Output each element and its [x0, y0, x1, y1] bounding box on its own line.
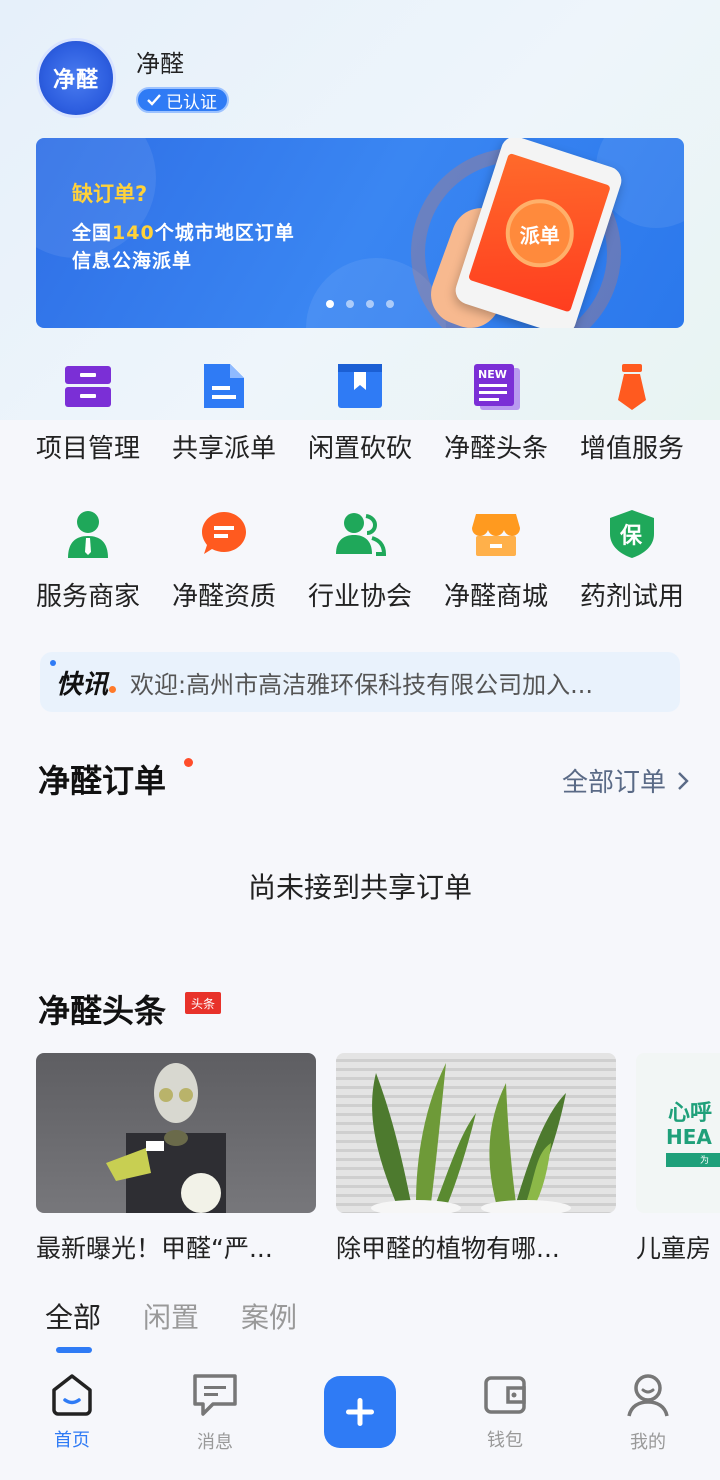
news-caption: 除甲醛的植物有哪... [336, 1234, 560, 1263]
grid-label: 项目管理 [35, 434, 140, 464]
news-card[interactable]: 最新曝光！甲醛“严... [36, 1053, 316, 1265]
grid-item-shared-dispatch[interactable]: 共享派单 [156, 360, 292, 465]
all-orders-label: 全部订单 [561, 768, 666, 798]
news-caption: 最新曝光！甲醛“严... [36, 1234, 273, 1263]
news-image-strip-text: 为 [700, 1156, 710, 1166]
nav-profile[interactable]: 我的 [598, 1372, 698, 1454]
ticker-tag-text: 快讯 [56, 669, 109, 700]
shield-badge-text: 保 [619, 524, 643, 549]
phone-badge: 派单 [505, 198, 574, 267]
headlines-title: 净醛头条 [38, 992, 167, 1030]
grid-label: 服务商家 [35, 582, 140, 612]
nav-label: 我的 [630, 1432, 666, 1453]
chevron-right-icon [678, 771, 689, 790]
news-image-text: 心呼 [668, 1101, 713, 1126]
banner-pagination [326, 300, 394, 308]
grid-label: 净醛资质 [171, 582, 276, 612]
nav-label: 首页 [54, 1430, 90, 1451]
orders-title: 净醛订单 [38, 762, 167, 800]
company-name[interactable]: 净醛 [136, 44, 184, 79]
nav-messages[interactable]: 消息 [165, 1372, 265, 1454]
verified-label: 已认证 [166, 92, 217, 113]
grid-label: 药剂试用 [579, 582, 684, 612]
message-icon [193, 1374, 237, 1416]
chat-icon [198, 508, 250, 560]
pagination-dot[interactable] [366, 300, 374, 308]
add-button[interactable] [324, 1376, 396, 1448]
orders-empty-state: 尚未接到共享订单 [247, 871, 472, 904]
tab-all[interactable]: 全部 [45, 1296, 101, 1336]
pagination-dot[interactable] [326, 300, 334, 308]
nav-label: 钱包 [487, 1430, 523, 1451]
grid-item-idle-bargain[interactable]: 闲置砍砍 [292, 360, 428, 465]
logo-text: 净醛 [52, 68, 99, 93]
news-image [336, 1053, 616, 1213]
home-icon [52, 1374, 92, 1416]
headline-tag: 头条 [185, 992, 221, 1014]
grid-item-headlines[interactable]: NEW 净醛头条 [428, 360, 564, 465]
news-ticker[interactable]: 快讯 欢迎:高州市高洁雅环保科技有限公司加入... [40, 652, 680, 712]
orders-red-dot [184, 758, 193, 767]
banner-line-2: 信息公海派单 [72, 250, 193, 272]
news-card[interactable]: 除甲醛的植物有哪... [336, 1053, 616, 1265]
new-badge-text: NEW [478, 368, 507, 381]
check-icon [147, 94, 161, 106]
tie-icon [606, 360, 658, 412]
wallet-icon [484, 1376, 526, 1414]
news-icon: NEW [470, 360, 522, 412]
tab-underline [56, 1347, 92, 1353]
bottom-nav: 首页 消息 钱包 我的 [0, 1360, 720, 1480]
company-logo[interactable]: 净醛 [36, 38, 116, 118]
store-icon [470, 508, 522, 560]
box-icon [334, 360, 386, 412]
group-icon [334, 508, 387, 560]
nav-label: 消息 [197, 1432, 233, 1453]
news-image: 心呼 HEA 为 [636, 1053, 720, 1213]
cabinet-icon [62, 360, 114, 412]
verified-badge: 已认证 [136, 87, 229, 113]
grid-label: 净醛商城 [443, 582, 548, 612]
grid-item-project-management[interactable]: 项目管理 [20, 360, 156, 465]
tab-idle[interactable]: 闲置 [143, 1296, 199, 1336]
all-orders-link[interactable]: 全部订单 [562, 762, 690, 799]
grid-item-service-merchant[interactable]: 服务商家 [20, 508, 156, 613]
grid-item-qualification[interactable]: 净醛资质 [156, 508, 292, 613]
person-icon [62, 508, 114, 560]
nav-home[interactable]: 首页 [22, 1372, 122, 1452]
content-tabs: 全部 闲置 案例 [45, 1296, 297, 1336]
banner-line-1: 全国140个城市地区订单 [72, 218, 295, 245]
shield-icon: 保 [606, 508, 658, 560]
grid-label: 行业协会 [307, 582, 412, 612]
nav-wallet[interactable]: 钱包 [455, 1372, 555, 1452]
banner-highlight-number: 140 [112, 222, 155, 244]
news-card[interactable]: 心呼 HEA 为 儿童房 [636, 1053, 720, 1265]
grid-label: 共享派单 [171, 434, 276, 464]
ticker-tag: 快讯 [50, 659, 117, 701]
ticker-text: 欢迎:高州市高洁雅环保科技有限公司加入... [130, 670, 593, 699]
promo-banner[interactable]: 缺订单? 全国140个城市地区订单 信息公海派单 派单 [36, 138, 684, 328]
news-image-text: HEA [666, 1125, 712, 1149]
grid-label: 闲置砍砍 [307, 434, 412, 464]
news-image-strip: 为 [666, 1153, 720, 1167]
pagination-dot[interactable] [346, 300, 354, 308]
banner-title: 缺订单? [72, 182, 148, 206]
banner-line-1-suffix: 个城市地区订单 [154, 222, 295, 244]
grid-item-mall[interactable]: 净醛商城 [428, 508, 564, 613]
grid-item-trial[interactable]: 保 药剂试用 [564, 508, 700, 613]
plus-icon [346, 1398, 374, 1426]
grid-label: 净醛头条 [443, 434, 548, 464]
grid-label: 增值服务 [579, 434, 684, 464]
banner-line-1-prefix: 全国 [72, 222, 113, 244]
document-icon [198, 360, 250, 412]
profile-icon [627, 1374, 669, 1417]
profile-header: 净醛 净醛 已认证 [36, 38, 686, 118]
grid-item-value-added[interactable]: 增值服务 [564, 360, 700, 465]
tab-cases[interactable]: 案例 [241, 1296, 297, 1336]
pagination-dot[interactable] [386, 300, 394, 308]
news-image [36, 1053, 316, 1213]
grid-item-association[interactable]: 行业协会 [292, 508, 428, 613]
news-caption: 儿童房 [636, 1234, 712, 1263]
